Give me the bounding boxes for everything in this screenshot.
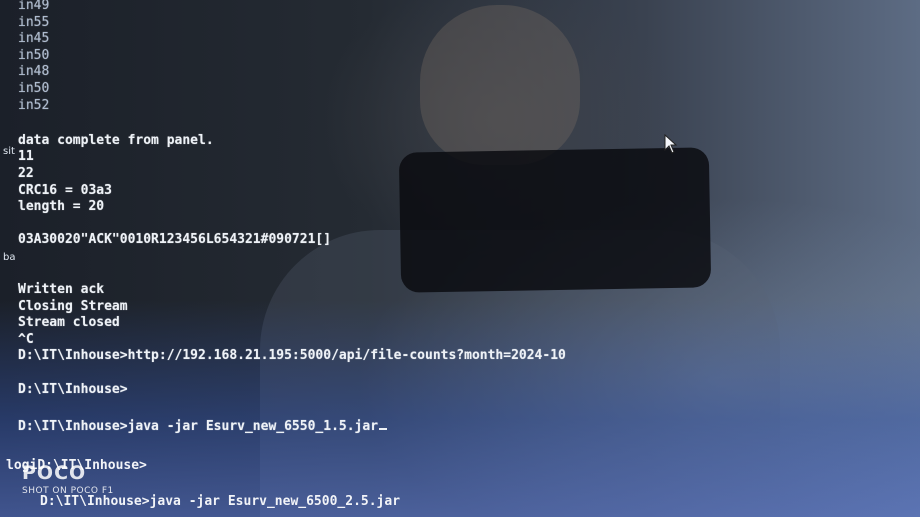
output-line: 03A30020"ACK"0010R123456L654321#090721[] [18, 232, 332, 248]
command-prompt-window[interactable]: in49 in55 in45 in50 in48 in50 in52 data … [18, 0, 898, 517]
output-line: in45 [18, 31, 50, 47]
watermark-subtitle: SHOT ON POCO F1 [22, 486, 114, 496]
text-cursor [379, 427, 388, 430]
output-line: in50 [18, 47, 50, 63]
command-line: D:\IT\Inhouse>http://192.168.21.195:5000… [18, 348, 566, 364]
prompt-line: D:\IT\Inhouse> [18, 381, 128, 397]
output-line: in48 [18, 64, 50, 80]
output-line: in50 [18, 80, 50, 96]
photographed-screen: sit ba in49 in55 in45 in50 in48 in50 in5… [0, 0, 920, 517]
output-line: in55 [18, 14, 50, 30]
output-line: Written ack [18, 282, 105, 298]
edge-label-left: sit [3, 146, 15, 157]
output-line: Stream closed [18, 315, 120, 331]
output-line: in49 [18, 0, 50, 13]
output-line: 11 [18, 149, 34, 165]
watermark-brand: POCO [22, 462, 87, 484]
output-line: ^C [18, 331, 34, 347]
command-line[interactable]: D:\IT\Inhouse>java -jar Esurv_new_6550_1… [18, 419, 898, 436]
output-line: in52 [18, 97, 50, 113]
camera-watermark: POCO SHOT ON POCO F1 [22, 462, 114, 496]
output-line: length = 20 [18, 199, 105, 215]
edge-label-left: ba [3, 252, 16, 263]
output-line: Closing Stream [18, 298, 128, 314]
output-line: 22 [18, 165, 34, 181]
output-line: data complete from panel. [18, 132, 214, 148]
output-line: CRC16 = 03a3 [18, 182, 112, 198]
ghost-command-line: D:\IT\Inhouse>java -jar Esurv_new_6500_2… [40, 494, 401, 509]
command-text: D:\IT\Inhouse>java -jar Esurv_new_6550_1… [18, 418, 379, 434]
